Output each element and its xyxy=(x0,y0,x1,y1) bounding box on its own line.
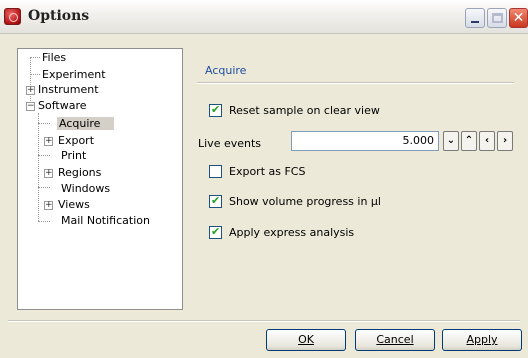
tree-item-instrument[interactable]: Instrument xyxy=(38,83,99,97)
minimize-button[interactable] xyxy=(465,8,485,28)
export-fcs-checkbox[interactable] xyxy=(209,165,222,178)
tree-item-files[interactable]: Files xyxy=(42,51,66,65)
chevron-right-icon: › xyxy=(502,135,508,146)
tree-item-print[interactable]: Print xyxy=(61,149,86,163)
tree-item-windows[interactable]: Windows xyxy=(61,182,110,196)
window-title: Options xyxy=(28,8,90,24)
cancel-button[interactable]: Cancel xyxy=(355,329,435,351)
cancel-label: Cancel xyxy=(376,333,414,346)
collapse-icon[interactable]: − xyxy=(26,102,35,111)
expand-icon[interactable]: + xyxy=(44,169,53,178)
show-volume-label: Show volume progress in µl xyxy=(229,195,381,208)
close-button[interactable]: ✕ xyxy=(509,8,528,28)
tree-item-mail-notification[interactable]: Mail Notification xyxy=(61,214,150,228)
close-icon: ✕ xyxy=(512,10,525,26)
options-tree[interactable]: Files Experiment + Instrument − Software… xyxy=(17,48,183,310)
app-icon xyxy=(4,8,21,25)
maximize-button[interactable] xyxy=(487,8,507,28)
section-divider xyxy=(197,82,514,84)
maximize-icon xyxy=(492,13,503,23)
expand-icon[interactable]: + xyxy=(44,137,53,146)
chevron-down-icon: ⌄ xyxy=(446,135,456,146)
section-title: Acquire xyxy=(205,64,247,77)
export-fcs-label: Export as FCS xyxy=(229,165,306,178)
bottom-divider xyxy=(8,320,520,322)
ok-button[interactable]: OK xyxy=(266,329,346,351)
tree-item-regions[interactable]: Regions xyxy=(58,166,101,180)
expand-icon[interactable]: + xyxy=(44,201,53,210)
chevron-up-icon: ⌃ xyxy=(464,135,474,146)
chevron-left-button[interactable]: ‹ xyxy=(479,131,495,151)
express-analysis-checkbox[interactable] xyxy=(209,225,222,239)
ok-label: OK xyxy=(298,333,314,346)
express-analysis-label: Apply express analysis xyxy=(229,226,355,239)
live-events-input[interactable]: 5.000 xyxy=(291,131,439,151)
expand-icon[interactable]: + xyxy=(26,86,35,95)
apply-label: Apply xyxy=(466,333,498,346)
options-window: Options ✕ Files Experiment + Instrument … xyxy=(0,0,528,358)
live-events-label: Live events xyxy=(198,137,262,150)
apply-button[interactable]: Apply xyxy=(442,329,522,351)
reset-sample-label: Reset sample on clear view xyxy=(229,104,380,117)
chevron-up-button[interactable]: ⌃ xyxy=(461,131,477,151)
title-bar: Options ✕ xyxy=(0,0,528,34)
tree-item-experiment[interactable]: Experiment xyxy=(42,68,106,82)
show-volume-checkbox[interactable] xyxy=(209,194,222,208)
tree-item-acquire[interactable]: Acquire xyxy=(57,117,115,131)
chevron-right-button[interactable]: › xyxy=(497,131,513,151)
reset-sample-checkbox[interactable] xyxy=(209,103,222,117)
minimize-icon xyxy=(471,21,479,23)
chevron-down-button[interactable]: ⌄ xyxy=(443,131,459,151)
tree-item-views[interactable]: Views xyxy=(58,198,90,212)
tree-item-software[interactable]: Software xyxy=(38,99,87,113)
chevron-left-icon: ‹ xyxy=(484,135,490,146)
tree-item-export[interactable]: Export xyxy=(58,134,94,148)
